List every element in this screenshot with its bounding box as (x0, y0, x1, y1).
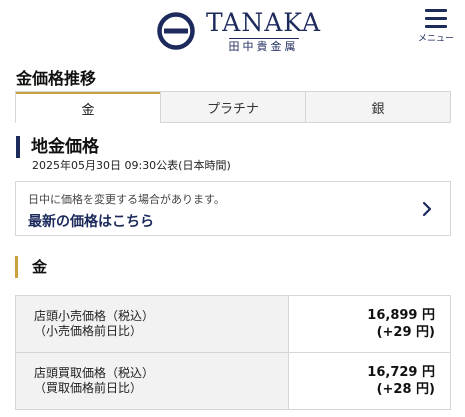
buyback-price-label-line2: （買取価格前日比） (34, 381, 143, 395)
site-header: TANAKA 田中貴金属 メニュー (0, 0, 465, 62)
latest-price-notice[interactable]: 日中に価格を変更する場合があります。 最新の価格はこちら (15, 181, 451, 236)
table-row: 店頭小売価格（税込） （小売価格前日比） 16,899 円 (+29 円) (15, 295, 451, 353)
retail-price-label-line1: 店頭小売価格（税込） (34, 309, 155, 323)
buyback-price-label: 店頭買取価格（税込） （買取価格前日比） (15, 352, 289, 410)
tanaka-logo-mark-icon (157, 12, 195, 50)
logo-english: TANAKA (206, 7, 322, 37)
tab-platinum[interactable]: プラチナ (160, 92, 305, 122)
chevron-right-icon (422, 201, 432, 217)
bullion-price-heading: 地金価格 (16, 136, 99, 158)
buyback-price-value: 16,729 円 (+28 円) (288, 352, 451, 410)
buyback-price-change: (+28 円) (376, 382, 435, 397)
latest-price-link[interactable]: 最新の価格はこちら (28, 211, 154, 231)
buyback-price-label-line1: 店頭買取価格（税込） (34, 366, 155, 380)
menu-button[interactable]: メニュー (415, 6, 457, 48)
table-row: 店頭買取価格（税込） （買取価格前日比） 16,729 円 (+28 円) (15, 352, 451, 410)
published-timestamp: 2025年05月30日 09:30公表(日本時間) (32, 159, 231, 172)
tab-silver[interactable]: 銀 (305, 92, 450, 122)
retail-price-value: 16,899 円 (+29 円) (288, 295, 451, 353)
logo-wordmark: TANAKA 田中貴金属 (206, 7, 322, 53)
active-tab-gap (16, 122, 160, 123)
retail-price-label: 店頭小売価格（税込） （小売価格前日比） (15, 295, 289, 353)
logo-japanese: 田中貴金属 (228, 37, 299, 53)
retail-price-label-line2: （小売価格前日比） (34, 324, 143, 338)
hamburger-icon (425, 9, 447, 33)
buyback-price: 16,729 円 (367, 365, 435, 380)
gold-heading: 金 (15, 256, 47, 278)
gold-price-table: 店頭小売価格（税込） （小売価格前日比） 16,899 円 (+29 円) 店頭… (15, 295, 451, 410)
page-title: 金価格推移 (16, 69, 97, 88)
metal-tabs: 金 プラチナ 銀 (15, 91, 451, 122)
tab-gold[interactable]: 金 (16, 92, 160, 122)
notice-text: 日中に価格を変更する場合があります。 (28, 193, 225, 206)
retail-price: 16,899 円 (367, 308, 435, 323)
tanaka-logo[interactable]: TANAKA 田中貴金属 (156, 7, 322, 53)
menu-label: メニュー (417, 34, 454, 44)
retail-price-change: (+29 円) (376, 325, 435, 340)
